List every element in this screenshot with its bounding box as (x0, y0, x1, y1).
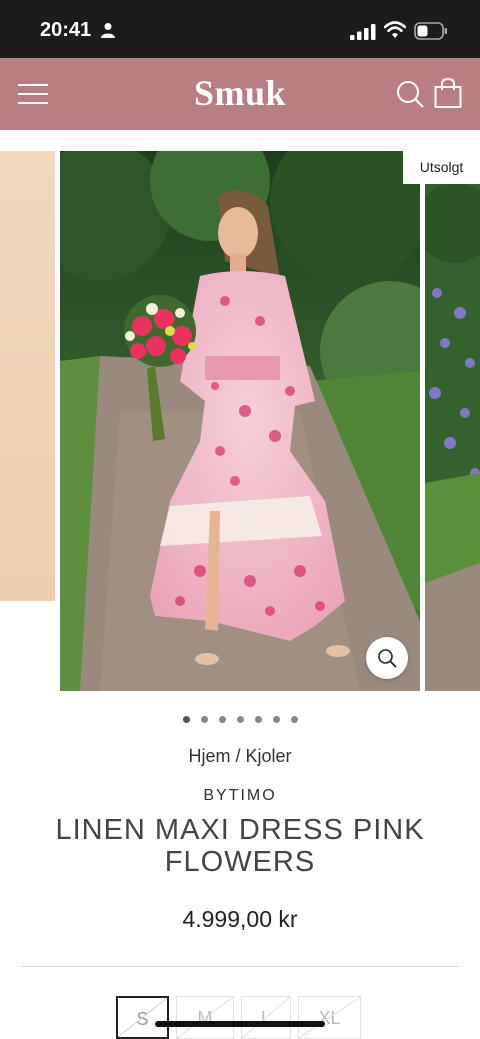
next-slide-image[interactable] (425, 183, 480, 691)
divider (21, 966, 459, 967)
sold-out-badge: Utsolgt (403, 151, 480, 184)
zoom-icon (378, 649, 397, 668)
product-price: 4.999,00 kr (182, 906, 298, 932)
product-brand[interactable]: BYTIMO (0, 787, 480, 805)
gallery-dot[interactable] (254, 716, 262, 723)
product-image[interactable] (60, 151, 420, 691)
breadcrumb-category-link[interactable]: Kjoler (246, 746, 292, 766)
gallery-dot[interactable] (272, 716, 280, 723)
breadcrumb-separator: / (230, 746, 246, 766)
search-icon[interactable] (396, 80, 424, 108)
product-gallery[interactable]: Utsolgt (0, 151, 480, 691)
product-photo (60, 151, 420, 691)
breadcrumb: Hjem / Kjoler (0, 746, 480, 767)
gallery-pagination (0, 710, 480, 723)
product-title: LINEN MAXI DRESS PINK FLOWERS (55, 814, 425, 878)
status-time: 20:41 (40, 19, 92, 41)
next-slide-photo (425, 183, 480, 691)
size-option-m[interactable]: M (176, 996, 234, 1039)
home-indicator[interactable] (155, 1021, 325, 1027)
previous-slide-image[interactable] (0, 151, 55, 601)
unavailable-strike (177, 997, 233, 1038)
status-bar: 20:41 (0, 0, 480, 58)
unavailable-strike (242, 997, 290, 1038)
unavailable-strike (299, 997, 360, 1038)
person-icon (101, 23, 115, 38)
gallery-dot[interactable] (290, 716, 298, 723)
gallery-dot[interactable] (218, 716, 226, 723)
size-option-s[interactable]: S (116, 996, 169, 1039)
gallery-dot[interactable] (182, 716, 190, 723)
breadcrumb-home-link[interactable]: Hjem (188, 746, 230, 766)
wifi-icon (384, 21, 406, 38)
size-option-l[interactable]: L (241, 996, 291, 1039)
gallery-dot[interactable] (236, 716, 244, 723)
battery-icon (414, 22, 447, 40)
size-option-xl[interactable]: XL (298, 996, 361, 1039)
cart-icon[interactable] (434, 78, 462, 108)
zoom-button[interactable] (366, 637, 408, 679)
unavailable-strike (118, 998, 167, 1037)
signal-icon (350, 24, 376, 40)
site-header: Smuk (0, 58, 480, 130)
gallery-dot[interactable] (200, 716, 208, 723)
